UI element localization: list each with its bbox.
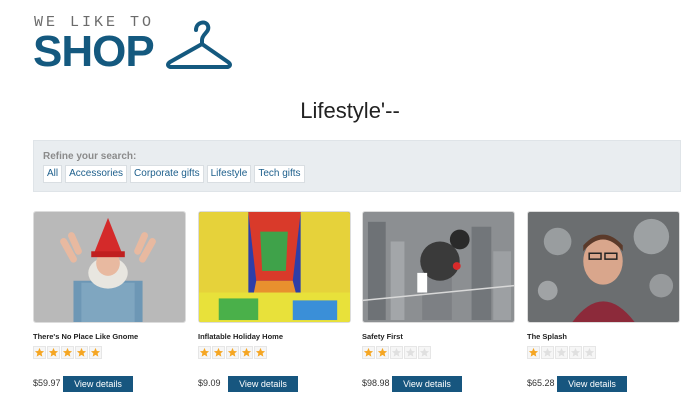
- star-filled-icon: [226, 346, 239, 359]
- star-empty-icon: [418, 346, 431, 359]
- product-grid: There's No Place Like Gnome $59.97 View …: [33, 211, 681, 401]
- product-image[interactable]: [198, 211, 351, 323]
- product-name[interactable]: The Splash: [527, 332, 567, 341]
- logo-wordmark: SHOP: [33, 27, 155, 76]
- product-card: Inflatable Holiday Home $9.09 View detai…: [198, 211, 351, 401]
- filter-link-tech-gifts[interactable]: Tech gifts: [254, 165, 305, 183]
- product-rating: [527, 346, 596, 359]
- filter-links: All Accessories Corporate gifts Lifestyl…: [43, 165, 305, 183]
- view-details-button[interactable]: View details: [63, 376, 133, 392]
- filter-link-lifestyle[interactable]: Lifestyle: [206, 165, 252, 183]
- view-details-button[interactable]: View details: [392, 376, 462, 392]
- product-price: $59.97: [33, 378, 61, 388]
- product-name[interactable]: Inflatable Holiday Home: [198, 332, 283, 341]
- product-rating: [33, 346, 102, 359]
- star-filled-icon: [254, 346, 267, 359]
- star-empty-icon: [569, 346, 582, 359]
- star-filled-icon: [212, 346, 225, 359]
- star-filled-icon: [47, 346, 60, 359]
- star-empty-icon: [404, 346, 417, 359]
- filter-link-all[interactable]: All: [43, 165, 63, 183]
- product-price: $65.28: [527, 378, 555, 388]
- filter-label: Refine your search:: [43, 151, 137, 162]
- filter-link-accessories[interactable]: Accessories: [65, 165, 128, 183]
- product-name[interactable]: There's No Place Like Gnome: [33, 332, 138, 341]
- site-logo[interactable]: WE LIKE TO SHOP: [33, 14, 243, 76]
- product-name[interactable]: Safety First: [362, 332, 403, 341]
- filter-panel: Refine your search: All Accessories Corp…: [33, 140, 681, 192]
- star-empty-icon: [541, 346, 554, 359]
- star-filled-icon: [527, 346, 540, 359]
- star-filled-icon: [61, 346, 74, 359]
- product-image[interactable]: [527, 211, 680, 323]
- product-rating: [198, 346, 267, 359]
- star-filled-icon: [75, 346, 88, 359]
- view-details-button[interactable]: View details: [557, 376, 627, 392]
- star-filled-icon: [362, 346, 375, 359]
- product-price: $9.09: [198, 378, 221, 388]
- star-filled-icon: [198, 346, 211, 359]
- product-image[interactable]: [33, 211, 186, 323]
- product-image[interactable]: [362, 211, 515, 323]
- view-details-button[interactable]: View details: [228, 376, 298, 392]
- product-card: The Splash $65.28 View details: [527, 211, 680, 401]
- product-price: $98.98: [362, 378, 390, 388]
- star-filled-icon: [33, 346, 46, 359]
- page-title: Lifestyle'--: [300, 98, 400, 123]
- filter-link-corporate-gifts[interactable]: Corporate gifts: [130, 165, 204, 183]
- product-card: Safety First $98.98 View details: [362, 211, 515, 401]
- star-empty-icon: [555, 346, 568, 359]
- hanger-icon: [166, 20, 232, 69]
- product-rating: [362, 346, 431, 359]
- star-filled-icon: [89, 346, 102, 359]
- product-card: There's No Place Like Gnome $59.97 View …: [33, 211, 186, 401]
- star-empty-icon: [583, 346, 596, 359]
- star-filled-icon: [240, 346, 253, 359]
- star-empty-icon: [390, 346, 403, 359]
- star-filled-icon: [376, 346, 389, 359]
